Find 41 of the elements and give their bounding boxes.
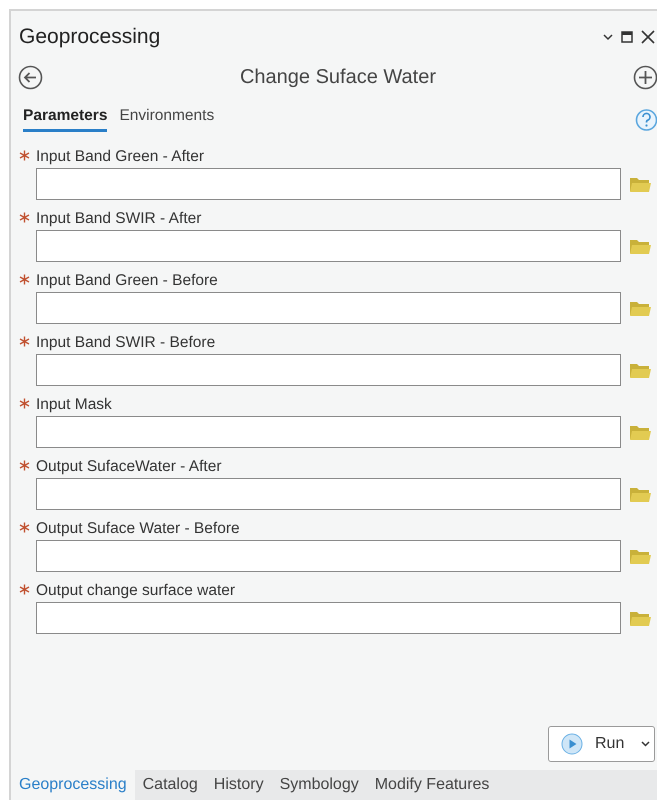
parameter-label: Input Band SWIR - Before [36, 334, 216, 352]
input-field[interactable] [36, 230, 621, 262]
folder-icon[interactable] [629, 237, 651, 255]
parameter-label: Input Band Green - Before [36, 272, 218, 290]
folder-icon[interactable] [629, 175, 651, 193]
folder-icon[interactable] [629, 485, 651, 503]
input-field[interactable] [36, 416, 621, 448]
input-field[interactable] [36, 168, 621, 200]
maximize-icon[interactable] [621, 31, 633, 43]
parameter-label: Input Band SWIR - After [36, 210, 202, 228]
pane-tab[interactable]: Symbology [272, 770, 367, 800]
input-field[interactable] [36, 540, 621, 572]
pane-tab[interactable]: Geoprocessing [11, 770, 135, 800]
chevron-down-icon[interactable] [603, 34, 613, 40]
parameter-label: Output Suface Water - Before [36, 520, 240, 538]
pane-tab[interactable]: Modify Features [366, 770, 498, 800]
close-icon[interactable] [641, 30, 655, 44]
add-icon[interactable] [632, 64, 657, 90]
pane-tab[interactable]: History [206, 770, 272, 800]
input-field[interactable] [36, 354, 621, 386]
folder-icon[interactable] [629, 299, 651, 317]
folder-icon[interactable] [629, 609, 651, 627]
parameter-label: Output change surface water [36, 582, 236, 600]
parameter-label: Output SufaceWater - After [36, 458, 222, 476]
tool-title: Change Suface Water [240, 66, 436, 88]
chevron-down-icon [641, 741, 650, 747]
help-icon[interactable] [635, 108, 657, 132]
parameter-label: Input Mask [36, 396, 112, 414]
folder-icon[interactable] [629, 423, 651, 441]
input-field[interactable] [36, 602, 621, 634]
input-field[interactable] [36, 292, 621, 324]
input-field[interactable] [36, 478, 621, 510]
folder-icon[interactable] [629, 547, 651, 565]
parameter-label: Input Band Green - After [36, 148, 204, 166]
pane-title: Geoprocessing [19, 25, 160, 49]
pane-tab[interactable]: Environments [119, 107, 214, 132]
play-icon [561, 733, 583, 755]
pane-tab[interactable]: Catalog [134, 770, 206, 800]
pane-tab[interactable]: Parameters [23, 107, 108, 132]
run-button[interactable]: Run [548, 726, 655, 762]
folder-icon[interactable] [629, 361, 651, 379]
